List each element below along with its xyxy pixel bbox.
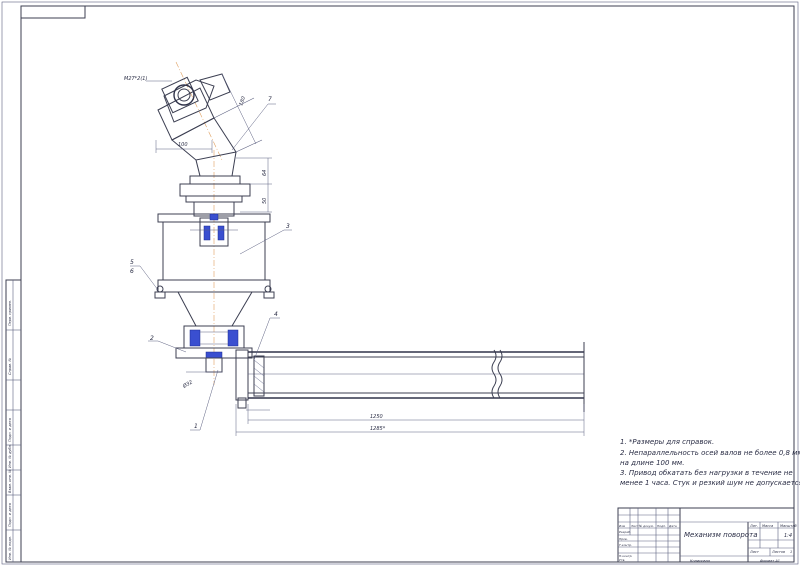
flange-size: М27*2(1) [124,76,147,82]
note-line: 1. *Размеры для справок. [620,438,714,446]
note-line: на длине 100 мм. [620,459,684,467]
tb-row: Пров. [619,537,628,541]
tb-row: Т.контр. [619,543,632,547]
tb-scale-value: 1:4 [784,533,792,539]
note-line: 2. Непараллельность осей валов не более … [620,449,800,457]
tb-sheet: Лист [749,550,760,554]
side-strip-label: Взам. инв. № [8,469,12,493]
tb-col: Лист [630,524,639,528]
tb-sheets-value: 1 [790,550,792,554]
tb-lit: Лит. [749,524,758,528]
tb-row: Разраб. [619,530,631,534]
position-2: 2 [150,335,154,342]
side-strip-label: Справ. № [8,358,12,375]
title-block: Изм Лист № докум. Подп. Дата Разраб. Про… [617,507,797,563]
note-line: 3. Привод обкатать без нагрузки в течени… [620,469,793,477]
tb-sheets: Листов [771,550,785,554]
tb-scale: Масштаб [780,524,797,528]
tb-col: Изм [619,524,626,528]
position-4: 4 [274,311,278,318]
position-7: 7 [268,96,272,103]
dim-64: 64 [262,170,268,176]
technical-notes: 1. *Размеры для справок. 2. Непараллельн… [620,438,800,487]
tb-row: Утв. [619,558,625,562]
drawing-title: Механизм поворота [684,531,758,539]
position-leaders: 7 3 5 6 2 4 1 [130,96,292,431]
dim-32: Ø32 [181,379,194,391]
gearmotor [157,73,263,177]
tb-mass: Масса [762,524,773,528]
position-1: 1 [194,423,198,430]
tb-format: Формат A1 [760,559,780,563]
dim-1285: 1285* [370,426,386,432]
dim-180: 180 [238,96,247,107]
gearbox-housing [154,213,275,299]
tb-col: Подп. [657,524,666,528]
dim-1250: 1250 [370,414,383,420]
side-strip: Перв. примен. Справ. № Подп. и дата Инв.… [5,279,22,563]
drawing-canvas: Перв. примен. Справ. № Подп. и дата Инв.… [1,1,800,565]
position-3: 3 [286,223,290,230]
position-5: 5 [130,259,134,266]
tb-col: Дата [668,524,677,528]
coupling [179,175,251,217]
tb-col: № докум. [638,524,654,528]
side-strip-label: Инв. № подл. [8,536,12,560]
side-strip-label: Подп. и дата [8,503,12,527]
side-strip-label: Перв. примен. [8,300,12,326]
dim-100: 100 [178,142,188,148]
rotating-beam [235,342,585,412]
side-strip-label: Инв. № дубл. [8,444,12,468]
dimensions: 100 64 50 180 1250 1285* Ø32 М27*2(1) [124,73,585,436]
dim-50: 50 [262,198,268,204]
top-left-designation-box [20,5,86,19]
position-6: 6 [130,268,134,275]
tb-copied: Копировал [690,559,711,563]
note-line: менее 1 часа. Стук и резкий шум не допус… [620,479,800,487]
side-strip-label: Подп. и дата [8,418,12,442]
